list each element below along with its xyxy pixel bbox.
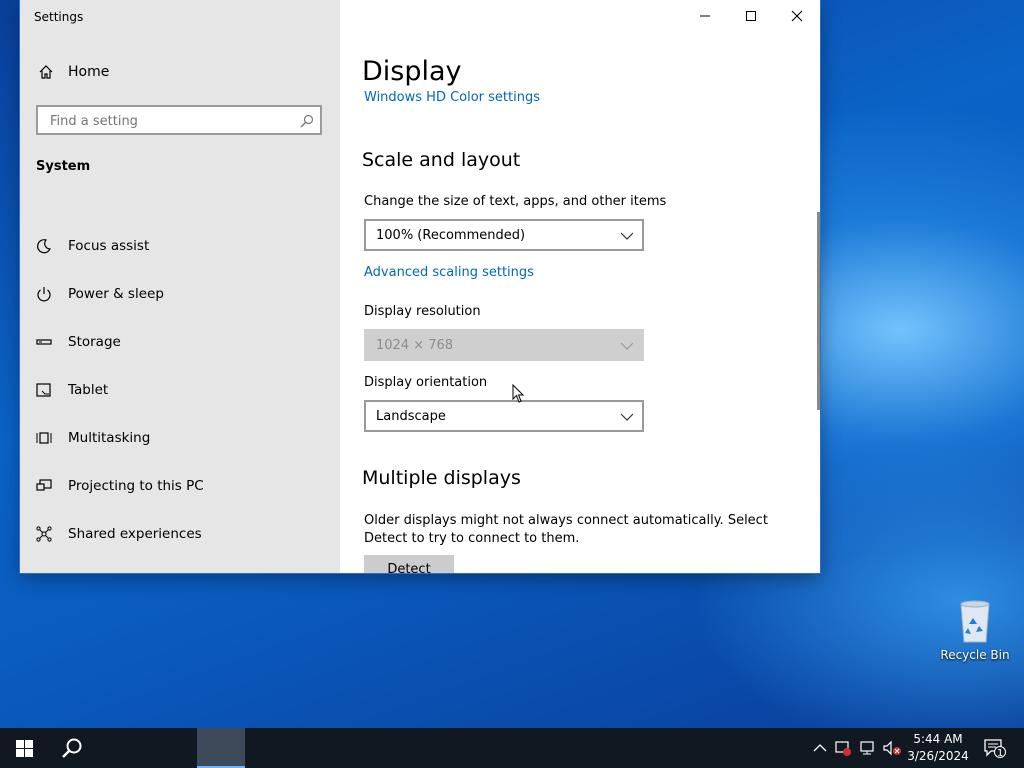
sidebar-item-label: Tablet (68, 382, 109, 398)
tablet-icon (36, 382, 52, 398)
sidebar-item-storage[interactable]: Storage (20, 318, 340, 366)
storage-icon (36, 334, 52, 350)
taskbar-search-button[interactable] (48, 728, 96, 768)
settings-window: Settings Home System Focus assist Power … (20, 0, 820, 573)
sidebar-nav: Focus assist Power & sleep Storage Table… (20, 222, 340, 558)
notification-count-badge: 1 (997, 748, 1004, 759)
multitasking-icon (36, 430, 52, 446)
window-controls (682, 0, 820, 32)
sidebar-item-projecting[interactable]: Projecting to this PC (20, 462, 340, 510)
multiple-displays-heading: Multiple displays (362, 467, 521, 489)
sidebar-item-label: Storage (68, 334, 121, 350)
advanced-scaling-link[interactable]: Advanced scaling settings (364, 265, 534, 280)
resolution-dropdown-value: 1024 × 768 (376, 337, 454, 353)
search-icon (62, 738, 82, 758)
sidebar-item-label: Focus assist (68, 238, 150, 254)
taskbar-settings-app[interactable] (197, 728, 245, 768)
resolution-dropdown[interactable]: 1024 × 768 (364, 329, 644, 361)
sidebar-item-focus-assist[interactable]: Focus assist (20, 222, 340, 270)
sidebar-group-title: System (36, 159, 91, 174)
search-input[interactable] (48, 107, 292, 135)
resolution-label: Display resolution (364, 304, 481, 319)
chevron-down-icon (620, 413, 634, 421)
home-nav-item[interactable]: Home (38, 64, 109, 80)
maximize-icon (746, 11, 756, 21)
detect-button[interactable]: Detect (364, 555, 454, 573)
sidebar-item-label: Multitasking (68, 430, 151, 446)
home-icon (39, 65, 53, 79)
sidebar-item-label: Shared experiences (68, 526, 202, 542)
minimize-icon (700, 15, 710, 17)
power-icon (36, 286, 52, 302)
sidebar-item-power-sleep[interactable]: Power & sleep (20, 270, 340, 318)
volume-muted-icon[interactable] (882, 739, 902, 757)
network-icon[interactable] (858, 739, 876, 757)
display-settings-content: Display Windows HD Color settings Scale … (340, 0, 820, 573)
content-scrollbar[interactable] (817, 212, 820, 410)
clock-time: 5:44 AM (913, 732, 963, 746)
projecting-icon (36, 478, 52, 494)
scale-layout-heading: Scale and layout (362, 149, 521, 171)
orientation-dropdown[interactable]: Landscape (364, 400, 644, 432)
shared-experiences-icon (36, 526, 52, 542)
minimize-button[interactable] (682, 0, 728, 32)
clock-date: 3/26/2024 (907, 749, 969, 763)
chevron-up-icon[interactable] (812, 740, 828, 756)
security-center-icon[interactable] (834, 739, 852, 757)
sidebar-item-shared-experiences[interactable]: Shared experiences (20, 510, 340, 558)
recycle-bin-icon (960, 600, 990, 643)
recycle-bin-shortcut[interactable]: Recycle Bin (938, 598, 1012, 662)
maximize-button[interactable] (728, 0, 774, 32)
taskbar-clock[interactable]: 5:44 AM 3/26/2024 (905, 731, 971, 765)
multiple-displays-description: Older displays might not always connect … (364, 513, 768, 546)
settings-sidebar: Settings Home System Focus assist Power … (20, 0, 340, 573)
sidebar-item-tablet[interactable]: Tablet (20, 366, 340, 414)
notification-icon (984, 739, 1006, 758)
scale-dropdown-value: 100% (Recommended) (376, 227, 526, 243)
home-label: Home (68, 64, 110, 80)
taskbar: 5:44 AM 3/26/2024 1 (0, 728, 1024, 768)
sidebar-item-label: Projecting to this PC (68, 478, 204, 494)
scale-dropdown[interactable]: 100% (Recommended) (364, 219, 644, 251)
sidebar-item-label: Power & sleep (68, 286, 164, 302)
start-button[interactable] (0, 728, 48, 768)
windows-logo-icon (15, 739, 33, 757)
search-icon[interactable] (300, 113, 314, 132)
chevron-down-icon (620, 342, 634, 350)
window-title: Settings (34, 10, 84, 24)
sidebar-item-multitasking[interactable]: Multitasking (20, 414, 340, 462)
scale-label: Change the size of text, apps, and other… (364, 194, 667, 209)
orientation-label: Display orientation (364, 375, 488, 390)
page-title: Display (362, 56, 462, 87)
search-box[interactable] (36, 105, 322, 135)
chevron-down-icon (620, 232, 634, 240)
close-icon (791, 10, 803, 22)
system-tray (812, 728, 902, 768)
orientation-dropdown-value: Landscape (376, 408, 446, 424)
action-center-button[interactable]: 1 (980, 728, 1010, 768)
recycle-bin-label: Recycle Bin (940, 648, 1010, 662)
moon-icon (36, 238, 52, 254)
close-button[interactable] (774, 0, 820, 32)
mouse-cursor-icon (512, 384, 525, 403)
hd-color-settings-link[interactable]: Windows HD Color settings (364, 90, 540, 104)
